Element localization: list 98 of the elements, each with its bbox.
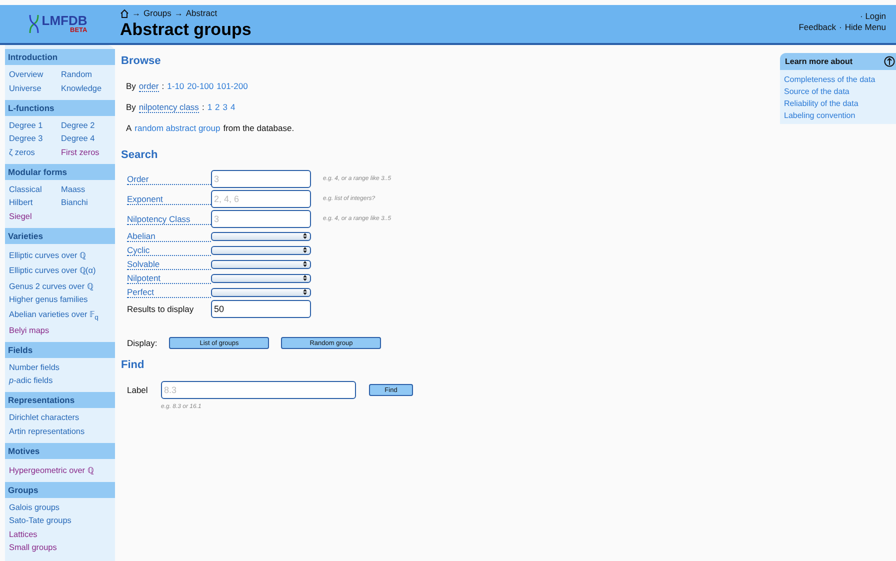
sidebar-link[interactable]: Degree 3 bbox=[9, 134, 61, 143]
select-field[interactable] bbox=[211, 246, 311, 254]
browse-link[interactable]: 1-10 bbox=[167, 81, 184, 92]
learn-more-link[interactable]: Labeling convention bbox=[784, 111, 892, 120]
select-field[interactable] bbox=[211, 260, 311, 268]
sidebar-link[interactable]: p-adic fields bbox=[9, 376, 111, 386]
colon-text: : bbox=[202, 102, 204, 113]
login-link[interactable]: · Login bbox=[860, 11, 886, 21]
learn-more-link[interactable]: Completeness of the data bbox=[784, 75, 892, 84]
breadcrumb-link[interactable]: Abstract bbox=[186, 8, 218, 18]
updown-icon bbox=[303, 233, 307, 239]
breadcrumb-separator: → bbox=[174, 8, 183, 18]
sidebar-link[interactable]: Universe bbox=[9, 84, 61, 92]
sidebar-heading[interactable]: Representations bbox=[5, 392, 115, 408]
home-icon[interactable] bbox=[120, 8, 129, 18]
learn-more-link[interactable]: Reliability of the data bbox=[784, 99, 892, 108]
sidebar-link[interactable]: Elliptic curves over ℚ bbox=[9, 248, 111, 260]
label-field[interactable]: 8.3 bbox=[161, 381, 356, 399]
field-label[interactable]: Cyclic bbox=[127, 244, 211, 256]
updown-icon bbox=[303, 275, 307, 281]
browse-label: By bbox=[126, 102, 136, 113]
select-field[interactable] bbox=[211, 232, 311, 240]
sidebar-link[interactable]: Classical bbox=[9, 184, 61, 194]
sidebar-link[interactable]: Elliptic curves over ℚ(α) bbox=[9, 264, 111, 275]
link-separator: · bbox=[839, 22, 842, 32]
sidebar-heading[interactable]: Fields bbox=[5, 342, 115, 358]
updown-icon bbox=[303, 261, 307, 267]
sidebar-link[interactable]: ζ zeros bbox=[9, 148, 61, 156]
random-group-link[interactable]: random abstract group bbox=[134, 123, 220, 133]
updown-icon bbox=[303, 247, 307, 253]
section-heading: Find bbox=[121, 359, 146, 371]
browse-link[interactable]: 4 bbox=[230, 102, 236, 113]
sidebar-link[interactable]: Siegel bbox=[9, 212, 61, 220]
sidebar-link[interactable]: Sato-Tate groups bbox=[9, 516, 111, 526]
sidebar-link[interactable]: Dirichlet characters bbox=[9, 413, 111, 422]
breadcrumb-link[interactable]: Groups bbox=[144, 8, 172, 18]
sentence-text: from the database. bbox=[223, 123, 294, 133]
browse-link[interactable]: 101-200 bbox=[216, 81, 248, 92]
updown-icon bbox=[303, 289, 307, 295]
logo-swoosh-drawing bbox=[28, 13, 40, 35]
sentence-text: A bbox=[126, 123, 132, 133]
sidebar-link[interactable]: Hypergeometric over ℚ bbox=[9, 464, 111, 475]
field-label: Results to display bbox=[127, 304, 195, 314]
field-label[interactable]: Abelian bbox=[127, 230, 211, 242]
field-label: Label bbox=[127, 385, 149, 395]
header-link[interactable]: Feedback bbox=[798, 22, 836, 32]
section-heading: Browse bbox=[121, 55, 162, 67]
sidebar-link[interactable]: Genus 2 curves over ℚ bbox=[9, 280, 111, 290]
select-field[interactable] bbox=[211, 274, 311, 282]
sidebar-link[interactable]: Knowledge bbox=[61, 84, 111, 92]
browse-link[interactable]: 1 bbox=[207, 102, 212, 113]
sidebar-link[interactable]: Overview bbox=[9, 70, 61, 79]
browse-link[interactable]: 2 bbox=[215, 102, 220, 113]
sidebar-link[interactable]: Artin representations bbox=[9, 426, 111, 436]
field-label[interactable]: Perfect bbox=[127, 286, 211, 298]
input-field[interactable]: 3 bbox=[211, 170, 311, 188]
sidebar-heading[interactable]: Introduction bbox=[5, 49, 115, 65]
display-label: Display: bbox=[127, 338, 158, 348]
sidebar-heading[interactable]: Modular forms bbox=[5, 164, 115, 180]
breadcrumb-separator: → bbox=[132, 8, 140, 18]
sidebar-link[interactable]: Hilbert bbox=[9, 198, 61, 207]
page-title: Abstract groups bbox=[120, 20, 252, 40]
sidebar-link[interactable]: Degree 2 bbox=[61, 120, 111, 130]
sidebar-link[interactable]: Belyi maps bbox=[9, 326, 111, 335]
sidebar-heading[interactable]: L-functions bbox=[5, 100, 115, 116]
input-field[interactable]: 2, 4, 6 bbox=[211, 190, 311, 208]
field-label[interactable]: Nilpotent bbox=[127, 272, 211, 284]
browse-link[interactable]: 20-100 bbox=[187, 81, 214, 92]
collapse-icon[interactable] bbox=[884, 56, 895, 67]
learn-more-link[interactable]: Source of the data bbox=[784, 87, 892, 96]
select-field[interactable] bbox=[211, 288, 311, 296]
sidebar-link[interactable]: Small groups bbox=[9, 543, 111, 552]
sidebar-heading[interactable]: Motives bbox=[5, 442, 115, 459]
sidebar-link[interactable]: First zeros bbox=[61, 148, 111, 156]
browse-label: By bbox=[126, 81, 136, 92]
browse-link[interactable]: 3 bbox=[222, 102, 228, 113]
logo-text[interactable]: LMFDB bbox=[42, 14, 88, 27]
sidebar-link[interactable]: Random bbox=[61, 70, 111, 79]
knowl-link[interactable]: order bbox=[138, 81, 159, 92]
field-label[interactable]: Solvable bbox=[127, 258, 211, 270]
sidebar-link[interactable]: Degree 4 bbox=[61, 134, 111, 143]
sidebar-heading[interactable]: Groups bbox=[5, 482, 115, 498]
knowl-link[interactable]: nilpotency class bbox=[138, 102, 199, 113]
sidebar-link[interactable]: Bianchi bbox=[61, 198, 111, 207]
sidebar-link[interactable]: Higher genus families bbox=[9, 295, 111, 304]
sidebar-link[interactable]: Maass bbox=[61, 184, 111, 194]
sidebar-link[interactable]: Lattices bbox=[9, 530, 111, 539]
colon-text: : bbox=[162, 81, 164, 92]
panel-title: Learn more about bbox=[785, 57, 853, 66]
sidebar-link[interactable]: Number fields bbox=[9, 362, 111, 372]
section-heading: Search bbox=[121, 149, 159, 161]
header-link[interactable]: Hide Menu bbox=[844, 22, 886, 32]
sidebar-heading[interactable]: Varieties bbox=[5, 228, 115, 244]
sidebar-link[interactable]: Abelian varieties over 𝔽$_{q}$ bbox=[9, 308, 111, 322]
input-field[interactable]: 3 bbox=[211, 210, 311, 228]
input-field[interactable]: 50 bbox=[211, 300, 311, 318]
sidebar-link[interactable]: Degree 1 bbox=[9, 120, 61, 130]
sidebar-link[interactable]: Galois groups bbox=[9, 502, 111, 512]
